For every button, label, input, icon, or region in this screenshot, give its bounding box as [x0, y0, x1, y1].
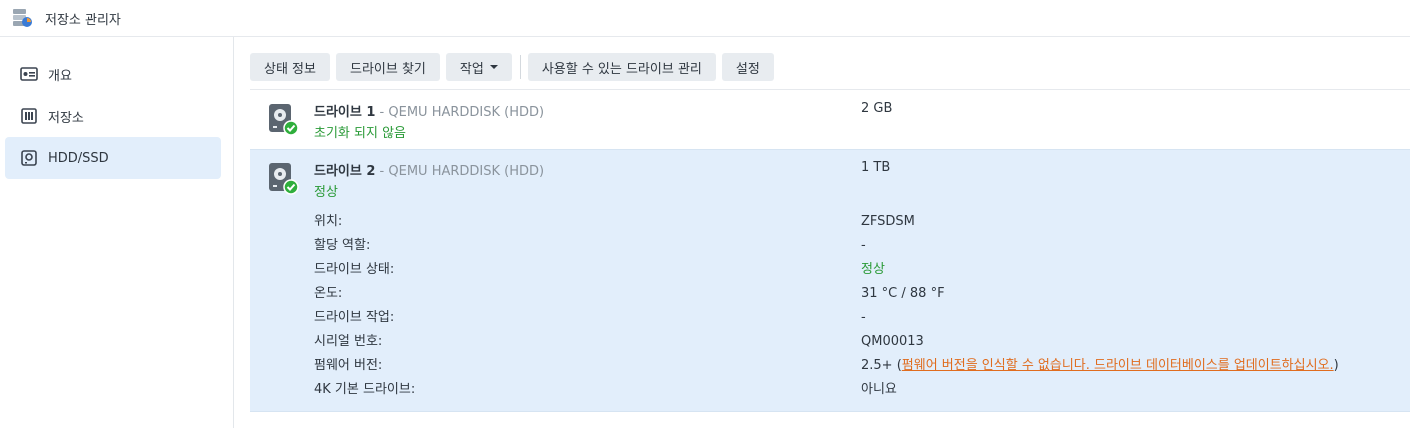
hdd-healthy-icon: [268, 162, 300, 196]
detail-value-drive-status: 정상: [861, 262, 885, 277]
detail-value-temperature: 31 °C / 88 °F: [861, 286, 945, 301]
status-info-button[interactable]: 상태 정보: [250, 53, 330, 81]
settings-button[interactable]: 설정: [721, 53, 774, 81]
find-drive-button[interactable]: 드라이브 찾기: [335, 53, 440, 81]
toolbar-divider: [519, 55, 521, 79]
drive-row-1[interactable]: 드라이브 1 - QEMU HARDDISK (HDD) 초기화 되지 않음 2…: [250, 90, 1410, 148]
toolbar: 상태 정보 드라이브 찾기 작업 사용할 수 있는 드라이브 관리 설정: [250, 53, 780, 81]
drive-model: - QEMU HARDDISK (HDD): [375, 105, 545, 120]
detail-label-4k-native: 4K 기본 드라이브:: [314, 382, 416, 397]
drive-name: 드라이브 1: [314, 105, 376, 120]
update-drive-database-link[interactable]: 펌웨어 버전을 인식할 수 없습니다. 드라이브 데이터베이스를 업데이트하십시…: [902, 358, 1334, 373]
drive-size: 1 TB: [861, 160, 891, 175]
sidebar: 개요 저장소 HDD/SSD: [0, 37, 234, 428]
sidebar-item-label: 개요: [48, 68, 72, 84]
drive-name: 드라이브 2: [314, 164, 376, 179]
sidebar-item-storage[interactable]: 저장소: [5, 95, 221, 137]
drive-size: 2 GB: [861, 101, 893, 116]
sidebar-item-overview[interactable]: 개요: [5, 53, 221, 95]
detail-label-location: 위치:: [314, 214, 343, 229]
firmware-version: 2.5+ (: [861, 358, 902, 373]
detail-label-serial: 시리얼 번호:: [314, 334, 383, 349]
drive-row-2[interactable]: 드라이브 2 - QEMU HARDDISK (HDD) 정상 1 TB 위치:…: [250, 149, 1410, 412]
detail-value-serial: QM00013: [861, 334, 924, 349]
hdd-icon: [20, 149, 38, 167]
drive-status: 정상: [314, 185, 338, 200]
detail-value-location: ZFSDSM: [861, 214, 915, 229]
storage-manager-app-icon: [11, 7, 33, 29]
drive-title: 드라이브 1 - QEMU HARDDISK (HDD): [314, 101, 544, 120]
detail-value-firmware: 2.5+ (펌웨어 버전을 인식할 수 없습니다. 드라이브 데이터베이스를 업…: [861, 357, 1339, 375]
detail-value-4k-native: 아니요: [861, 382, 897, 397]
detail-value-drive-task: -: [861, 310, 866, 325]
detail-label-temperature: 온도:: [314, 286, 343, 301]
sidebar-item-label: HDD/SSD: [48, 150, 109, 166]
drive-model: - QEMU HARDDISK (HDD): [375, 164, 545, 179]
drive-title: 드라이브 2 - QEMU HARDDISK (HDD): [314, 160, 544, 179]
sidebar-item-label: 저장소: [48, 110, 84, 126]
detail-label-drive-task: 드라이브 작업:: [314, 310, 395, 325]
sidebar-item-hdd-ssd[interactable]: HDD/SSD: [5, 137, 221, 179]
detail-value-role: -: [861, 238, 866, 253]
storage-icon: [20, 107, 38, 125]
firmware-suffix: ): [1333, 358, 1339, 373]
detail-label-drive-status: 드라이브 상태:: [314, 262, 395, 277]
action-label: 작업: [459, 61, 484, 77]
hdd-healthy-icon: [268, 103, 300, 137]
detail-label-role: 할당 역할:: [314, 238, 371, 253]
app-title: 저장소 관리자: [45, 12, 121, 28]
detail-label-firmware: 펌웨어 버전:: [314, 358, 383, 373]
manage-available-drives-button[interactable]: 사용할 수 있는 드라이브 관리: [527, 53, 716, 81]
drive-list: 드라이브 1 - QEMU HARDDISK (HDD) 초기화 되지 않음 2…: [250, 89, 1410, 412]
title-bar: 저장소 관리자: [0, 0, 1410, 37]
overview-icon: [20, 65, 38, 83]
drive-status: 초기화 되지 않음: [314, 126, 406, 141]
caret-down-icon: [489, 65, 498, 69]
action-dropdown-button[interactable]: 작업: [445, 53, 512, 81]
